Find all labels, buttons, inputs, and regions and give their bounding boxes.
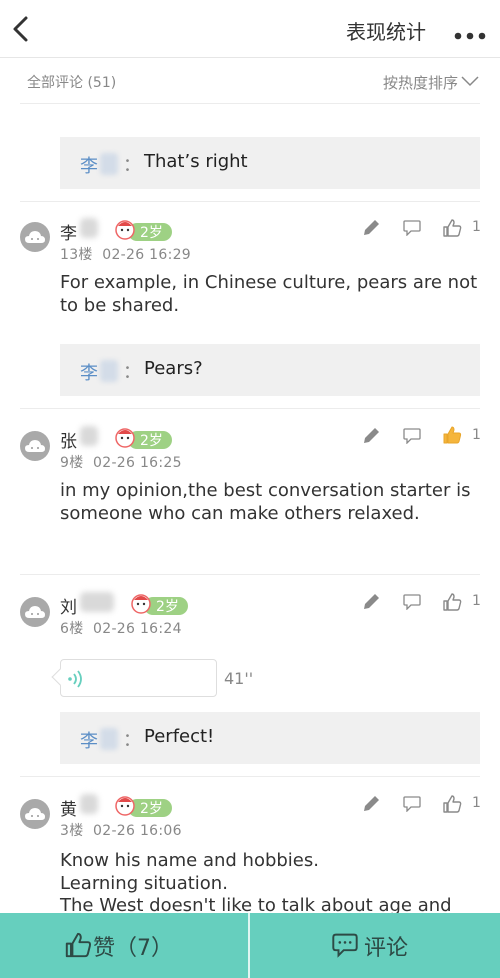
like-count: 1 xyxy=(472,219,481,235)
thumbs-up-icon[interactable] xyxy=(442,794,462,814)
reply-text: Perfect! xyxy=(144,726,215,747)
blurred-name xyxy=(100,728,118,750)
floor-number: 3楼 xyxy=(60,823,84,839)
all-comments-label: 全部评论 (51) xyxy=(27,75,117,91)
level-text: 2岁 xyxy=(156,599,179,615)
voice-message[interactable] xyxy=(60,659,217,697)
filter-bar: 全部评论 (51) 按热度排序 xyxy=(20,58,480,104)
blurred-name xyxy=(100,153,118,175)
chat-bubble-icon[interactable] xyxy=(403,220,421,237)
like-count: 1 xyxy=(472,427,481,443)
comment-text: For example, in Chinese culture, pears a… xyxy=(60,272,478,316)
comment-meta: 6楼 02-26 16:24 xyxy=(60,618,182,638)
user-name[interactable]: 李 xyxy=(60,219,77,244)
reply-box: 李 ： That’s right xyxy=(60,137,480,189)
comment-meta: 13楼 02-26 16:29 xyxy=(60,244,191,264)
user-name[interactable]: 刘 xyxy=(60,593,77,618)
reply-author[interactable]: 李 xyxy=(80,727,98,753)
level-badge: 2岁 xyxy=(114,796,172,817)
comment-line: Know his name and hobbies. xyxy=(60,850,319,871)
avatar[interactable] xyxy=(20,431,50,461)
reply-author[interactable]: 李 xyxy=(80,359,98,385)
comment-time: 02-26 16:29 xyxy=(102,247,192,263)
avatar[interactable] xyxy=(20,799,50,829)
level-badge: 2岁 xyxy=(114,428,172,449)
voice-wave-icon xyxy=(68,670,82,688)
comments-page: 表现统计 全部评论 (51) 按热度排序 李 ： That’s right 李 … xyxy=(0,0,500,978)
blurred-name xyxy=(80,218,98,238)
edit-icon[interactable] xyxy=(361,794,381,814)
chat-bubble-icon[interactable] xyxy=(403,428,421,445)
thumbs-up-icon[interactable] xyxy=(442,218,462,238)
thumbs-up-icon xyxy=(65,932,92,958)
reply-colon: ： xyxy=(123,362,141,383)
chat-bubble-icon[interactable] xyxy=(403,796,421,813)
reply-box: 李 ： Pears? xyxy=(60,344,480,396)
blurred-name xyxy=(80,592,114,612)
comment-icon xyxy=(332,933,358,958)
floor-number: 13楼 xyxy=(60,247,93,263)
user-name[interactable]: 张 xyxy=(60,427,77,452)
nav-bar: 表现统计 xyxy=(0,0,500,58)
thumbs-up-icon[interactable] xyxy=(442,425,462,445)
comment-text: in my opinion,the best conversation star… xyxy=(60,480,471,524)
like-count: 1 xyxy=(472,593,481,609)
divider xyxy=(20,776,480,777)
level-text: 2岁 xyxy=(140,433,163,449)
reply-author[interactable]: 李 xyxy=(80,152,98,178)
comment-meta: 9楼 02-26 16:25 xyxy=(60,452,182,472)
divider xyxy=(20,574,480,575)
voice-duration: 41'' xyxy=(224,669,254,688)
blurred-name xyxy=(80,794,98,814)
level-text: 2岁 xyxy=(140,225,163,241)
comment-text: Know his name and hobbies. Learning situ… xyxy=(60,850,485,918)
reply-colon: ： xyxy=(123,730,141,751)
avatar[interactable] xyxy=(20,222,50,252)
edit-icon[interactable] xyxy=(361,218,381,238)
comment-time: 02-26 16:25 xyxy=(93,455,182,471)
comment-meta: 3楼 02-26 16:06 xyxy=(60,820,182,840)
thumbs-up-icon[interactable] xyxy=(442,592,462,612)
page-title: 表现统计 xyxy=(346,20,426,44)
level-badge: 2岁 xyxy=(130,594,188,615)
back-icon[interactable] xyxy=(10,14,34,44)
sort-dropdown[interactable]: 按热度排序 xyxy=(383,72,458,93)
bottom-action-bar: 赞（7） 评论 xyxy=(0,913,500,978)
blurred-name xyxy=(80,426,98,446)
edit-icon[interactable] xyxy=(361,592,381,612)
blurred-name xyxy=(100,360,118,382)
level-badge: 2岁 xyxy=(114,220,172,241)
divider xyxy=(20,408,480,409)
comment-time: 02-26 16:24 xyxy=(93,621,182,637)
like-button[interactable]: 赞（7） xyxy=(0,913,248,978)
reply-text: Pears? xyxy=(144,358,203,379)
level-text: 2岁 xyxy=(140,801,163,817)
edit-icon[interactable] xyxy=(361,426,381,446)
user-name[interactable]: 黄 xyxy=(60,795,77,820)
chat-bubble-icon[interactable] xyxy=(403,594,421,611)
chevron-down-icon[interactable] xyxy=(460,73,480,89)
divider xyxy=(20,201,480,202)
comment-button-label: 评论 xyxy=(364,936,409,961)
comment-time: 02-26 16:06 xyxy=(93,823,182,839)
avatar[interactable] xyxy=(20,597,50,627)
like-count: 1 xyxy=(472,795,481,811)
more-icon[interactable] xyxy=(454,25,486,40)
floor-number: 6楼 xyxy=(60,621,84,637)
comment-line: Learning situation. xyxy=(60,872,228,894)
floor-number: 9楼 xyxy=(60,455,84,471)
reply-text: That’s right xyxy=(144,151,248,172)
reply-box: 李 ： Perfect! xyxy=(60,712,480,764)
like-button-label: 赞（7） xyxy=(93,936,173,961)
comment-button[interactable]: 评论 xyxy=(250,913,500,978)
reply-colon: ： xyxy=(123,155,141,176)
